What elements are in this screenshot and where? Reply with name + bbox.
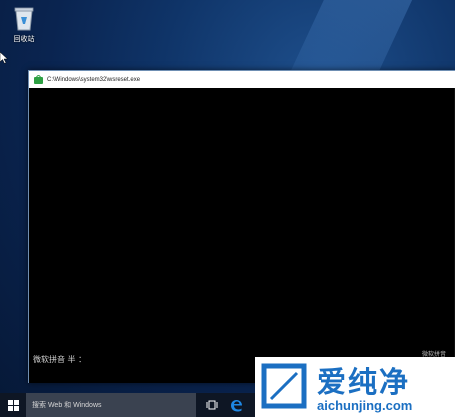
recycle-bin-icon xyxy=(14,7,34,31)
recycle-bin-label: 回收站 xyxy=(13,36,35,43)
search-placeholder: 搜索 Web 和 Windows xyxy=(32,402,102,409)
window-title-bar[interactable]: C:\Windows\system32\wsreset.exe xyxy=(29,71,455,88)
task-view-button[interactable] xyxy=(200,393,224,417)
search-box[interactable]: 搜索 Web 和 Windows xyxy=(26,393,196,417)
store-icon xyxy=(34,75,43,84)
recycle-bin-shortcut[interactable]: 回收站 xyxy=(4,4,44,46)
start-button[interactable] xyxy=(0,393,26,417)
edge-icon xyxy=(230,399,242,411)
mouse-cursor-icon xyxy=(0,52,8,64)
watermark-url: aichunjing.com xyxy=(317,398,413,413)
console-window[interactable]: C:\Windows\system32\wsreset.exe 微软拼音 微软拼… xyxy=(28,70,455,383)
console-output-area[interactable] xyxy=(29,88,455,383)
edge-browser-button[interactable] xyxy=(224,393,248,417)
windows-logo-icon xyxy=(7,399,19,411)
watermark-title: 爱纯净 xyxy=(317,365,411,399)
window-title: C:\Windows\system32\wsreset.exe xyxy=(47,76,141,83)
task-view-icon xyxy=(206,400,218,410)
watermark-logo xyxy=(261,363,307,409)
desktop: 回收站 C:\Windows\system32\wsreset.exe 微软拼音… xyxy=(0,0,455,417)
ime-input-line: 微软拼音 半 ： xyxy=(33,355,87,364)
watermark: 爱纯净 aichunjing.com xyxy=(255,357,455,417)
